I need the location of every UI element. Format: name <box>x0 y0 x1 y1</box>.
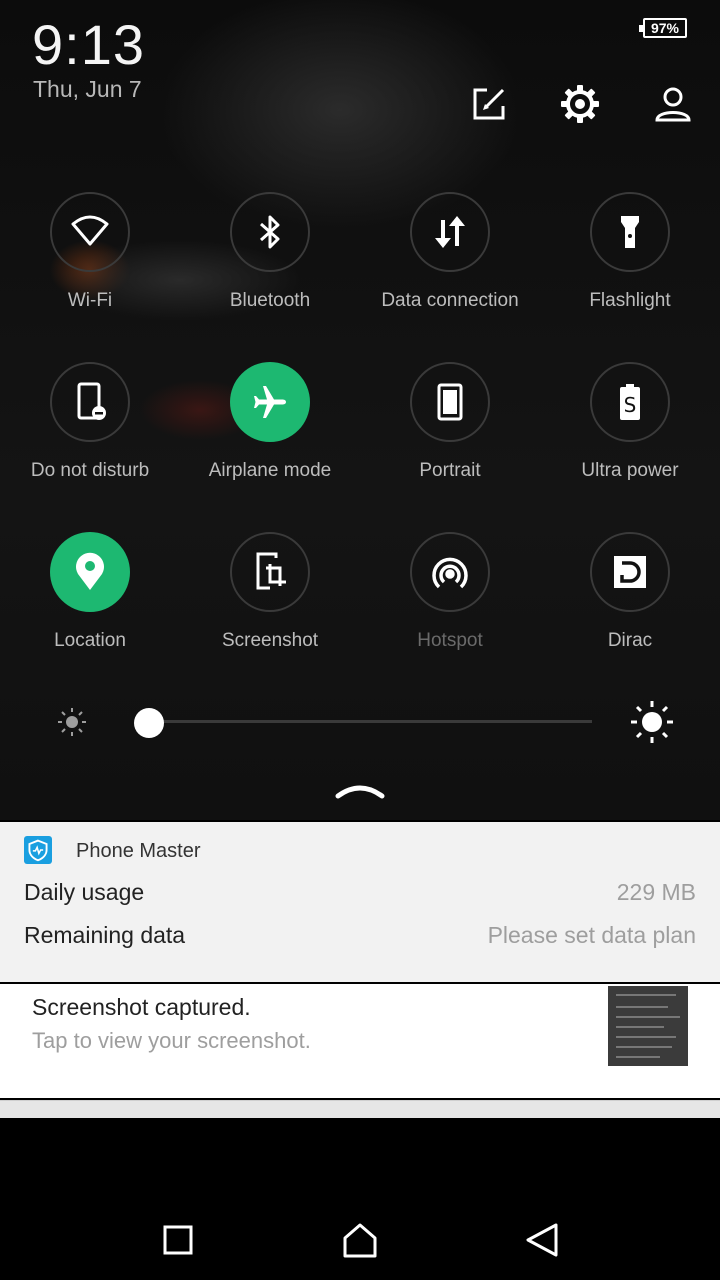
tile-label: Ultra power <box>581 460 679 481</box>
tile-flashlight[interactable]: Flashlight <box>540 192 720 332</box>
tile-airplane-mode[interactable]: Airplane mode <box>180 362 360 502</box>
hotspot-icon <box>410 532 490 612</box>
tile-bluetooth[interactable]: Bluetooth <box>180 192 360 332</box>
airplane-icon <box>230 362 310 442</box>
tile-label: Airplane mode <box>208 460 332 481</box>
remaining-data-label: Remaining data <box>24 922 186 948</box>
location-pin-icon <box>50 532 130 612</box>
brightness-slider-thumb[interactable] <box>134 708 164 738</box>
tile-label: Flashlight <box>589 290 671 311</box>
tile-ultra-power[interactable]: S Ultra power <box>540 362 720 502</box>
tile-data-connection[interactable]: Data connection <box>360 192 540 332</box>
screenshot-thumbnail[interactable] <box>608 986 688 1066</box>
tile-label: Dirac <box>607 630 653 651</box>
notification-stack-edge <box>0 1100 720 1118</box>
wifi-icon <box>50 192 130 272</box>
tile-portrait[interactable]: Portrait <box>360 362 540 502</box>
portrait-rotation-icon <box>410 362 490 442</box>
tile-label: Screenshot <box>221 630 319 651</box>
daily-usage-label: Daily usage <box>24 879 145 905</box>
collapse-chevron-up-icon[interactable] <box>334 774 386 804</box>
tile-label: Data connection <box>381 290 519 311</box>
tile-dirac[interactable]: Dirac <box>540 532 720 672</box>
notification-app-name: Phone Master <box>76 840 201 862</box>
settings-gear-icon[interactable] <box>556 80 604 128</box>
flashlight-icon <box>590 192 670 272</box>
remaining-data-value[interactable]: Please set data plan <box>488 922 696 949</box>
do-not-disturb-icon <box>50 362 130 442</box>
tile-wifi[interactable]: Wi-Fi <box>0 192 180 332</box>
home-icon[interactable] <box>338 1218 382 1262</box>
tile-label: Hotspot <box>417 630 483 651</box>
tile-do-not-disturb[interactable]: Do not disturb <box>0 362 180 502</box>
ultra-power-icon: S <box>590 362 670 442</box>
brightness-slider-track[interactable] <box>148 720 592 723</box>
phone-master-shield-icon <box>24 836 52 864</box>
battery-indicator: 97% <box>639 18 687 38</box>
tile-screenshot[interactable]: Screenshot <box>180 532 360 672</box>
user-profile-icon[interactable] <box>649 80 697 128</box>
date: Thu, Jun 7 <box>33 76 142 102</box>
back-triangle-icon[interactable] <box>520 1218 564 1262</box>
tile-label: Location <box>54 630 126 651</box>
tile-label: Wi-Fi <box>67 290 113 311</box>
recents-square-icon[interactable] <box>156 1218 200 1262</box>
svg-text:S: S <box>624 393 637 417</box>
dirac-icon <box>590 532 670 612</box>
screenshot-icon <box>230 532 310 612</box>
tile-label: Portrait <box>419 460 481 481</box>
daily-usage-value: 229 MB <box>616 879 696 905</box>
quick-settings-panel: 9:13 Thu, Jun 7 97% Wi-Fi Bluetooth Data… <box>0 0 720 820</box>
tile-location[interactable]: Location <box>0 532 180 672</box>
data-arrows-icon <box>410 192 490 272</box>
edit-icon[interactable] <box>465 80 513 128</box>
brightness-low-icon <box>58 708 86 736</box>
tile-label: Bluetooth <box>229 290 311 311</box>
bluetooth-icon <box>230 192 310 272</box>
brightness-high-icon <box>631 701 673 743</box>
screenshot-notification-title: Screenshot captured. <box>32 994 251 1020</box>
tile-hotspot[interactable]: Hotspot <box>360 532 540 672</box>
screenshot-notification-subtitle: Tap to view your screenshot. <box>32 1028 311 1053</box>
tile-label: Do not disturb <box>30 460 150 481</box>
clock: 9:13 <box>32 13 145 76</box>
